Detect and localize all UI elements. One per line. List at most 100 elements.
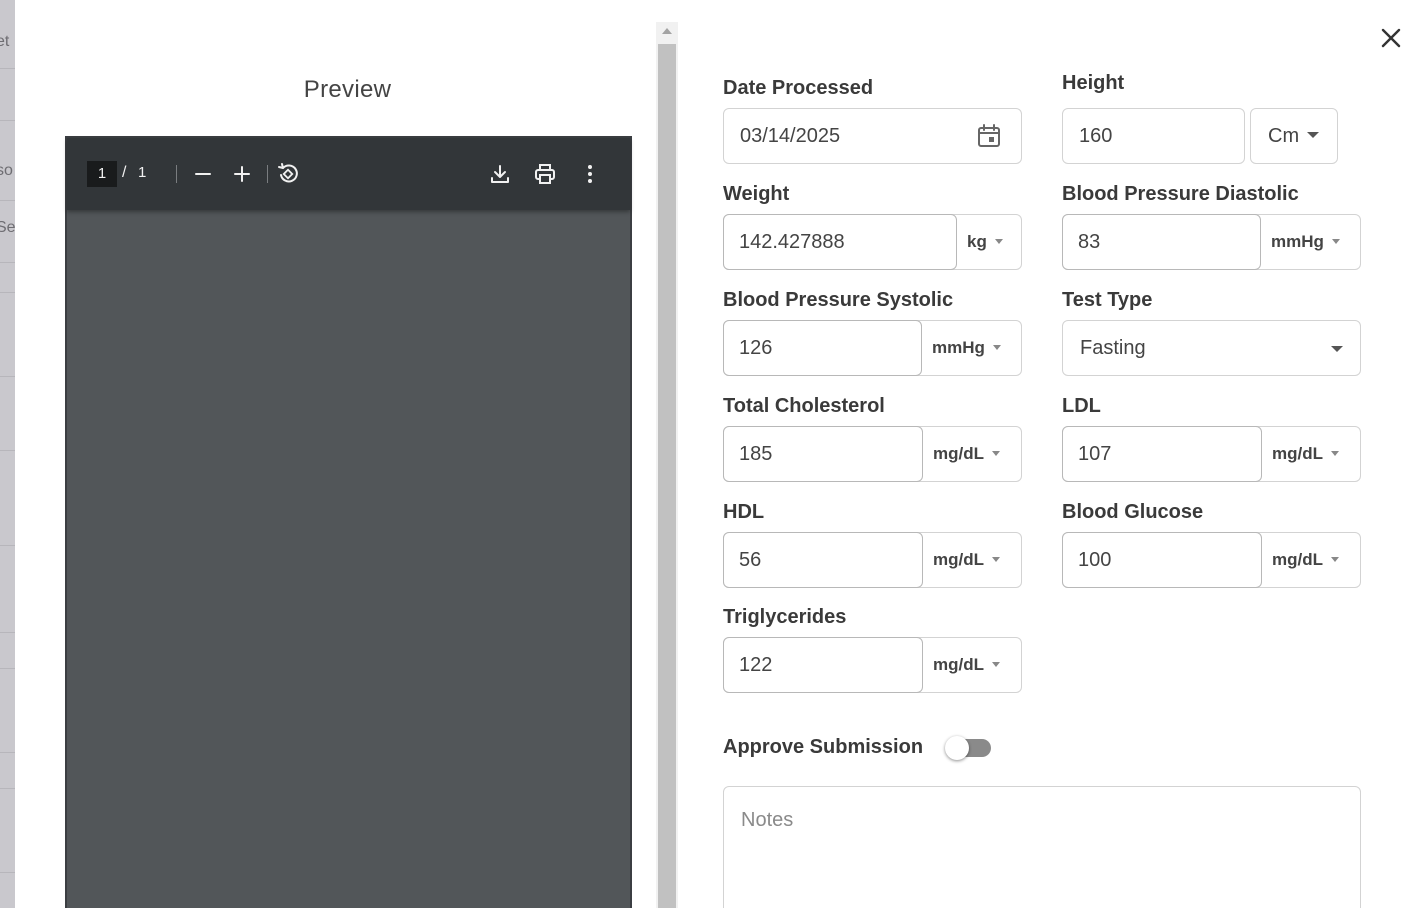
triglycerides-input[interactable]: 122 — [723, 637, 923, 693]
date-processed-value: 03/14/2025 — [740, 125, 841, 147]
notes-textarea[interactable] — [723, 786, 1361, 908]
triglycerides-unit-value: mg/dL — [933, 655, 984, 674]
chevron-down-icon — [994, 238, 1003, 244]
background-divider — [0, 200, 15, 201]
ldl-unit-value: mg/dL — [1272, 444, 1323, 463]
rotate-icon — [278, 163, 298, 183]
height-label: Height — [1062, 72, 1125, 94]
bp-diastolic-unit-select[interactable]: mmHg — [1271, 215, 1340, 269]
bp-systolic-label: Blood Pressure Systolic — [723, 289, 954, 311]
bp-diastolic-input[interactable]: 83 — [1062, 214, 1261, 270]
zoom-in-button[interactable] — [230, 162, 254, 186]
chevron-down-icon — [1331, 450, 1339, 456]
pdf-viewer[interactable]: 1 / 1 — [65, 136, 632, 908]
zoom-out-button[interactable] — [191, 162, 215, 186]
ldl-unit-select[interactable]: mg/dL — [1272, 427, 1339, 481]
weight-input[interactable]: 142.427888 — [723, 214, 957, 270]
weight-group: 142.427888 kg — [723, 214, 1022, 270]
date-processed-label: Date Processed — [723, 77, 874, 99]
pdf-toolbar: 1 / 1 — [67, 138, 630, 210]
blood-glucose-input[interactable]: 100 — [1062, 532, 1262, 588]
bp-systolic-input[interactable]: 126 — [723, 320, 922, 376]
background-divider — [0, 872, 15, 873]
bp-systolic-group: 126 mmHg — [723, 320, 1022, 376]
hdl-unit-select[interactable]: mg/dL — [933, 533, 1000, 587]
approve-submission-toggle[interactable] — [945, 736, 991, 760]
download-icon — [491, 165, 509, 183]
hdl-input[interactable]: 56 — [723, 532, 923, 588]
chevron-down-icon — [1331, 556, 1339, 562]
triglycerides-group: 122 mg/dL — [723, 637, 1022, 693]
weight-unit-select[interactable]: kg — [967, 215, 1003, 269]
chevron-down-icon — [1331, 346, 1343, 352]
bp-systolic-unit-value: mmHg — [932, 338, 985, 357]
ldl-label: LDL — [1062, 395, 1101, 417]
more-options-button[interactable] — [578, 162, 602, 186]
page-total: 1 — [138, 164, 147, 181]
scrollbar-thumb[interactable] — [658, 44, 676, 908]
chevron-down-icon — [1307, 132, 1320, 139]
page-number-input[interactable]: 1 — [87, 161, 117, 187]
background-divider — [0, 120, 15, 121]
weight-unit-value: kg — [967, 232, 987, 251]
blood-glucose-label: Blood Glucose — [1062, 501, 1204, 523]
minus-icon — [195, 173, 211, 175]
toolbar-divider — [267, 165, 268, 183]
close-icon — [1381, 28, 1401, 48]
date-processed-input[interactable]: 03/14/2025 — [723, 108, 1022, 164]
background-divider — [0, 292, 15, 293]
background-divider — [0, 545, 15, 546]
height-input[interactable]: 160 — [1062, 108, 1245, 164]
download-button[interactable] — [488, 162, 512, 186]
height-unit-value: Cm — [1268, 125, 1300, 147]
approve-submission-label: Approve Submission — [723, 736, 924, 758]
blood-glucose-group: 100 mg/dL — [1062, 532, 1361, 588]
more-vertical-icon — [588, 165, 592, 183]
calendar-icon[interactable] — [976, 123, 1002, 149]
test-type-value: Fasting — [1080, 337, 1146, 359]
total-cholesterol-unit-value: mg/dL — [933, 444, 984, 463]
toggle-knob — [945, 736, 969, 760]
total-cholesterol-input[interactable]: 185 — [723, 426, 923, 482]
background-divider — [0, 788, 15, 789]
bp-diastolic-group: 83 mmHg — [1062, 214, 1361, 270]
ldl-group: 107 mg/dL — [1062, 426, 1361, 482]
background-text: Se — [0, 219, 15, 236]
preview-title: Preview — [303, 76, 392, 103]
background-divider — [0, 632, 15, 633]
bp-diastolic-label: Blood Pressure Diastolic — [1062, 183, 1299, 205]
toolbar-divider — [176, 165, 177, 183]
page-separator: / — [122, 164, 127, 181]
hdl-label: HDL — [723, 501, 765, 523]
ldl-input[interactable]: 107 — [1062, 426, 1262, 482]
print-button[interactable] — [533, 162, 557, 186]
triglycerides-unit-select[interactable]: mg/dL — [933, 638, 1000, 692]
background-divider — [0, 450, 15, 451]
scroll-up-arrow-icon[interactable] — [662, 28, 672, 34]
height-unit-select[interactable]: Cm — [1250, 108, 1338, 164]
background-divider — [0, 668, 15, 669]
test-type-select[interactable]: Fasting — [1062, 320, 1361, 376]
hdl-group: 56 mg/dL — [723, 532, 1022, 588]
chevron-down-icon — [992, 344, 1001, 350]
chevron-down-icon — [1331, 238, 1340, 244]
total-cholesterol-group: 185 mg/dL — [723, 426, 1022, 482]
bp-systolic-unit-select[interactable]: mmHg — [932, 321, 1001, 375]
hdl-unit-value: mg/dL — [933, 550, 984, 569]
blood-glucose-unit-select[interactable]: mg/dL — [1272, 533, 1339, 587]
total-cholesterol-unit-select[interactable]: mg/dL — [933, 427, 1000, 481]
background-divider — [0, 376, 15, 377]
background-text: et — [0, 33, 10, 50]
close-button[interactable] — [1377, 24, 1405, 52]
background-divider — [0, 262, 15, 263]
test-type-label: Test Type — [1062, 289, 1153, 311]
background-divider — [0, 68, 15, 69]
print-icon — [535, 164, 555, 184]
triglycerides-label: Triglycerides — [723, 606, 847, 628]
total-cholesterol-label: Total Cholesterol — [723, 395, 885, 417]
review-modal: Preview 1 / 1 Date Processed 03/14/2025 … — [15, 0, 1427, 908]
chevron-down-icon — [992, 661, 1000, 667]
chevron-down-icon — [992, 556, 1000, 562]
chevron-down-icon — [992, 450, 1000, 456]
rotate-button[interactable] — [276, 162, 300, 186]
